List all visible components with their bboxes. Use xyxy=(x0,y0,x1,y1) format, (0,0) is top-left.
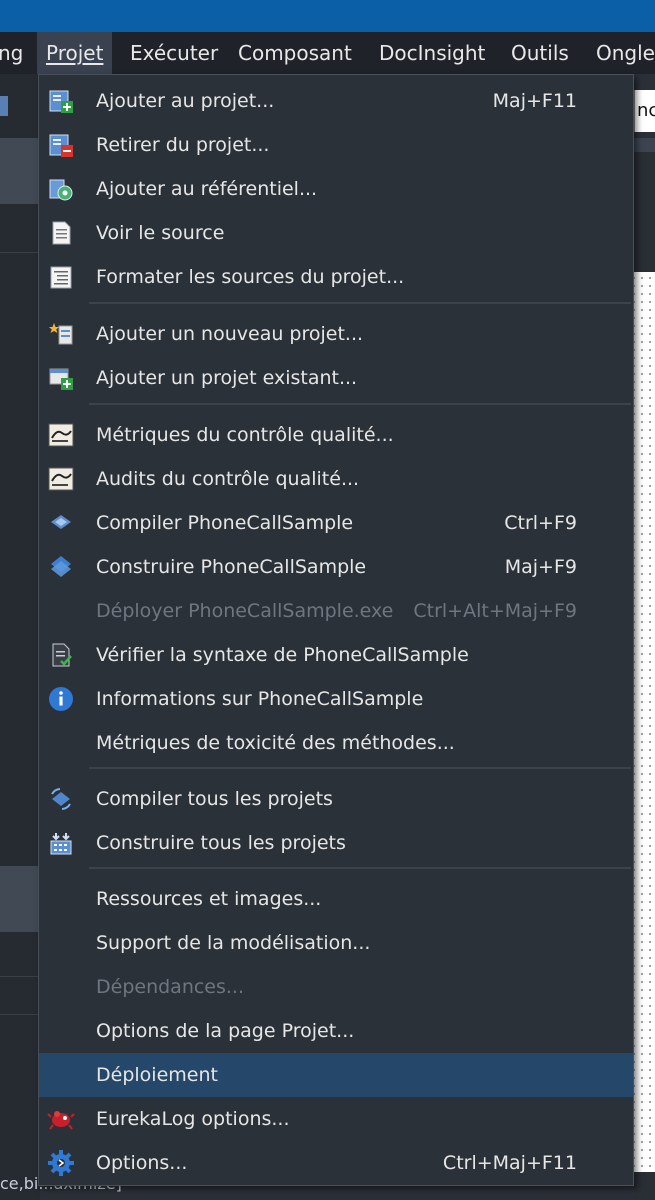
qa-audits-icon xyxy=(48,467,74,491)
left-panel-selection xyxy=(0,866,40,932)
info-icon xyxy=(49,687,73,711)
menu-item-remove-from-project[interactable]: Retirer du projet... xyxy=(39,123,633,167)
left-panel-divider xyxy=(0,976,40,977)
editor-toolbar xyxy=(634,138,655,152)
form-designer-grid[interactable] xyxy=(634,272,655,1172)
menu-item-label: Construire PhoneCallSample xyxy=(96,556,367,578)
editor-tab[interactable]: nc xyxy=(634,90,655,132)
editor-footer xyxy=(634,1172,655,1200)
menu-item-qa-audits[interactable]: Audits du contrôle qualité... xyxy=(39,457,633,501)
menu-item-label: Voir le source xyxy=(96,222,225,244)
menu-item-label: Options de la page Projet... xyxy=(96,1020,355,1042)
menu-item-label: EurekaLog options... xyxy=(96,1108,290,1130)
new-project-icon xyxy=(49,323,73,345)
menu-item-toxicity-metrics[interactable]: Métriques de toxicité des méthodes... xyxy=(39,721,633,765)
menu-item-label: Métriques du contrôle qualité... xyxy=(96,424,394,446)
menu-item-options[interactable]: Options... Ctrl+Maj+F11 xyxy=(39,1141,633,1185)
menu-item-deploy[interactable]: Déployer PhoneCallSample.exe Ctrl+Alt+Ma… xyxy=(39,589,633,633)
menu-item-build[interactable]: Construire PhoneCallSample Maj+F9 xyxy=(39,545,633,589)
menu-onglet[interactable]: Onglet xyxy=(596,32,655,74)
menu-item-label: Ajouter un nouveau projet... xyxy=(96,323,364,345)
menu-item-eurekalog-options[interactable]: EurekaLog options... xyxy=(39,1097,633,1141)
menu-item-label: Ressources et images... xyxy=(96,888,322,910)
menu-item-dependencies[interactable]: Dépendances... xyxy=(39,965,633,1009)
syntax-check-icon xyxy=(52,643,72,667)
menu-item-label: Ajouter au projet... xyxy=(96,90,275,112)
format-sources-icon xyxy=(50,266,72,289)
menu-item-label: Dépendances... xyxy=(96,976,245,998)
menu-item-compile[interactable]: Compiler PhoneCallSample Ctrl+F9 xyxy=(39,501,633,545)
menu-item-build-all[interactable]: Construire tous les projets xyxy=(39,821,633,865)
menu-item-deployment[interactable]: Déploiement xyxy=(39,1053,633,1097)
menu-composant[interactable]: Composant xyxy=(238,32,352,74)
remove-from-project-icon xyxy=(49,134,73,157)
menu-item-partial[interactable]: ng xyxy=(0,32,23,74)
menu-item-shortcut: Ctrl+Alt+Maj+F9 xyxy=(413,600,577,622)
menu-item-shortcut: Maj+F11 xyxy=(492,90,577,112)
left-panel-selection xyxy=(0,138,40,204)
options-gear-icon xyxy=(48,1150,74,1176)
title-bar xyxy=(0,0,655,32)
toolbar-icon xyxy=(0,96,8,116)
menu-item-view-source[interactable]: Voir le source xyxy=(39,211,633,255)
compile-all-icon xyxy=(51,788,71,810)
menu-item-label: Compiler tous les projets xyxy=(96,788,333,810)
menu-item-add-to-project[interactable]: Ajouter au projet... Maj+F11 xyxy=(39,79,633,123)
menu-docinsight[interactable]: DocInsight xyxy=(379,32,485,74)
menu-separator xyxy=(89,767,631,769)
menu-item-project-page-options[interactable]: Options de la page Projet... xyxy=(39,1009,633,1053)
menu-item-label: Retirer du projet... xyxy=(96,134,270,156)
left-panel-divider xyxy=(0,1014,40,1015)
menu-item-label: Audits du contrôle qualité... xyxy=(96,468,360,490)
menu-item-label: Formater les sources du projet... xyxy=(96,266,405,288)
menu-item-existing-project[interactable]: Ajouter un projet existant... xyxy=(39,356,633,400)
menu-item-information[interactable]: Informations sur PhoneCallSample xyxy=(39,677,633,721)
menu-separator xyxy=(89,302,631,304)
menu-item-shortcut: Ctrl+F9 xyxy=(504,512,577,534)
menu-bar: ng Projet Exécuter Composant DocInsight … xyxy=(0,32,655,74)
menu-item-format-sources[interactable]: Formater les sources du projet... xyxy=(39,255,633,299)
editor-header xyxy=(634,152,655,272)
left-panel xyxy=(0,74,40,1200)
menu-item-label: Informations sur PhoneCallSample xyxy=(96,688,424,710)
menu-projet[interactable]: Projet xyxy=(37,32,113,74)
compile-icon xyxy=(51,515,71,529)
menu-item-label: Construire tous les projets xyxy=(96,832,346,854)
menu-item-label: Support de la modélisation... xyxy=(96,932,371,954)
projet-dropdown-menu: Ajouter au projet... Maj+F11 Retirer du … xyxy=(38,74,634,1186)
menu-separator xyxy=(89,403,631,405)
menu-item-new-project[interactable]: Ajouter un nouveau projet... xyxy=(39,312,633,356)
existing-project-icon xyxy=(49,368,73,390)
menu-item-check-syntax[interactable]: Vérifier la syntaxe de PhoneCallSample xyxy=(39,633,633,677)
menu-item-label: Métriques de toxicité des méthodes... xyxy=(96,732,455,754)
view-source-icon xyxy=(52,221,71,245)
qa-metrics-icon xyxy=(48,423,74,447)
menu-item-label: Options... xyxy=(96,1152,188,1174)
eurekalog-icon xyxy=(47,1111,75,1130)
menu-item-label: Vérifier la syntaxe de PhoneCallSample xyxy=(96,644,469,666)
build-icon xyxy=(51,556,71,577)
menu-item-shortcut: Ctrl+Maj+F11 xyxy=(442,1152,577,1174)
menu-item-add-to-repository[interactable]: Ajouter au référentiel... xyxy=(39,167,633,211)
menu-item-label: Déploiement xyxy=(96,1064,218,1086)
menu-projet-label: Projet xyxy=(46,41,104,65)
menu-item-shortcut: Maj+F9 xyxy=(504,556,577,578)
menu-item-label: Ajouter un projet existant... xyxy=(96,367,358,389)
build-all-icon xyxy=(50,833,72,855)
menu-item-resources-images[interactable]: Ressources et images... xyxy=(39,877,633,921)
menu-separator xyxy=(89,867,631,869)
menu-item-compile-all[interactable]: Compiler tous les projets xyxy=(39,777,633,821)
left-panel-divider xyxy=(0,252,40,253)
menu-item-modeling-support[interactable]: Support de la modélisation... xyxy=(39,921,633,965)
menu-executer[interactable]: Exécuter xyxy=(130,32,218,74)
menu-outils[interactable]: Outils xyxy=(511,32,569,74)
menu-item-label: Compiler PhoneCallSample xyxy=(96,512,354,534)
menu-item-label: Déployer PhoneCallSample.exe xyxy=(96,600,394,622)
menu-item-label: Ajouter au référentiel... xyxy=(96,178,318,200)
add-to-repository-icon xyxy=(49,179,73,201)
menu-item-qa-metrics[interactable]: Métriques du contrôle qualité... xyxy=(39,413,633,457)
add-to-project-icon xyxy=(49,90,73,113)
